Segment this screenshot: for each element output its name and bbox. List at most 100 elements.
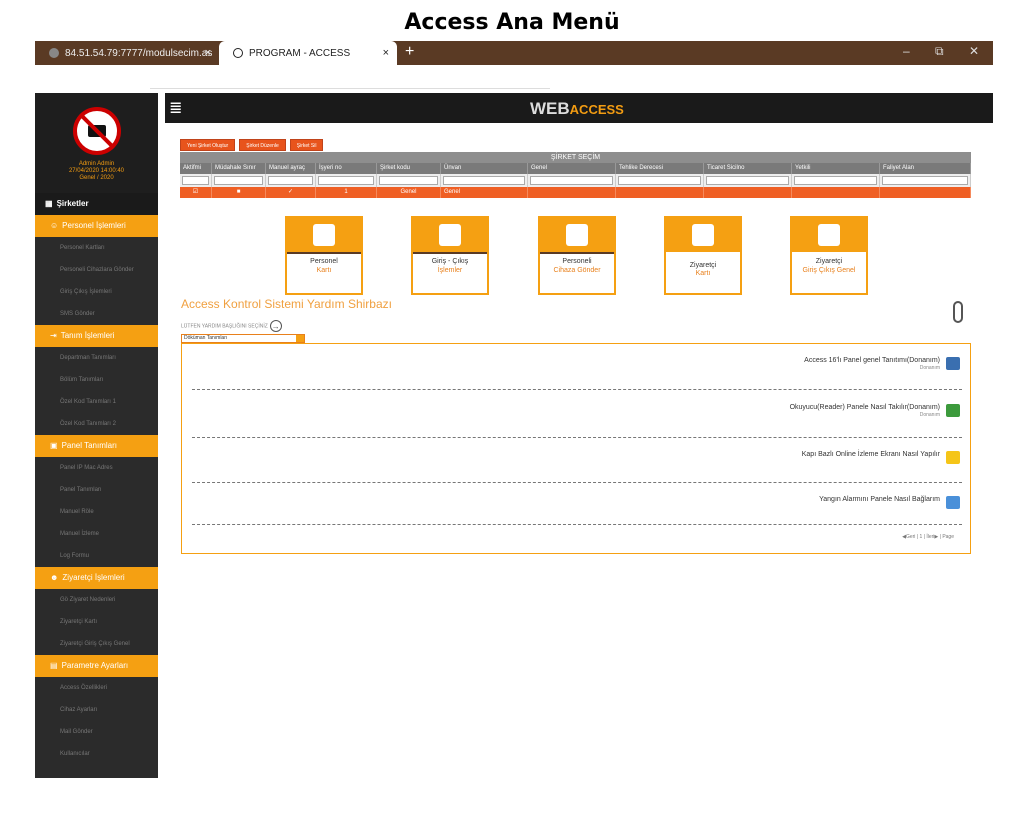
- sidebar-item[interactable]: Kullanıcılar: [35, 743, 158, 765]
- browser-tab-1[interactable]: 84.51.54.79:7777/modulsecim.as ×: [35, 41, 219, 65]
- help-item[interactable]: Kapı Bazlı Online İzleme Ekranı Nasıl Ya…: [802, 451, 960, 464]
- tile-personnel-card[interactable]: Personel Kartı: [285, 216, 363, 295]
- minimize-button[interactable]: –: [903, 44, 910, 58]
- document-icon: [946, 496, 960, 509]
- sidebar-item[interactable]: Access Özellikleri: [35, 677, 158, 699]
- folder-icon: [946, 451, 960, 464]
- column-header[interactable]: Faliyet Alan: [880, 163, 971, 174]
- help-title: Access Kontrol Sistemi Yardım Shirbazı: [181, 297, 392, 311]
- filter-input[interactable]: [706, 176, 789, 185]
- sidebar-item[interactable]: Giriş Çıkış İşlemleri: [35, 281, 158, 303]
- sidebar-item[interactable]: Bölüm Tanımları: [35, 369, 158, 391]
- image-icon: [946, 404, 960, 417]
- pagination[interactable]: ◀Geri | 1 | İleri▶ | Page: [902, 534, 954, 540]
- sidebar-item[interactable]: Ziyaretçi Giriş Çıkış Genel: [35, 633, 158, 655]
- user-name: Admin Admin: [78, 161, 115, 167]
- column-header[interactable]: Genel: [528, 163, 616, 174]
- edit-company-button[interactable]: Şirket Düzenle: [239, 139, 286, 151]
- sidebar-item[interactable]: Mail Gönder: [35, 721, 158, 743]
- sidebar-item[interactable]: Ziyaretçi Kartı: [35, 611, 158, 633]
- table-cell: [704, 187, 792, 198]
- monitor-icon: ▤: [50, 661, 58, 670]
- filter-input[interactable]: [318, 176, 374, 185]
- delete-company-button[interactable]: Şirket Sil: [289, 139, 324, 151]
- sidebar: Admin Admin 27/04/2020 14:00:40 Genel / …: [35, 93, 158, 778]
- column-header[interactable]: Manuel ayraç: [266, 163, 316, 174]
- help-item[interactable]: Okuyucu(Reader) Panele Nasıl Takılır(Don…: [790, 404, 960, 418]
- sidebar-item[interactable]: Özel Kod Tanımları 2: [35, 413, 158, 435]
- sidebar-item[interactable]: SMS Gönder: [35, 303, 158, 325]
- sidebar-section-visitors[interactable]: ☻ Ziyaretçi İşlemleri: [35, 567, 158, 589]
- filter-input[interactable]: [443, 176, 525, 185]
- new-company-button[interactable]: Yeni Şirket Oluştur: [180, 139, 236, 151]
- sidebar-item[interactable]: Manuel Röle: [35, 501, 158, 523]
- help-item[interactable]: Access 16'lı Panel genel Tanıtımı(Donanı…: [804, 357, 960, 371]
- column-header[interactable]: Şirket kodu: [377, 163, 441, 174]
- filter-input[interactable]: [618, 176, 701, 185]
- table-cell[interactable]: ☑: [180, 187, 212, 198]
- browser-tabbar: 84.51.54.79:7777/modulsecim.as × PROGRAM…: [35, 41, 993, 65]
- hamburger-menu-icon[interactable]: ≣: [169, 98, 182, 118]
- table-row[interactable]: ☑ ■ ✓ 1 Genel Genel: [180, 187, 971, 198]
- sidebar-section-definitions[interactable]: ⇥ Tanım İşlemleri: [35, 325, 158, 347]
- id-card-icon: [666, 218, 740, 252]
- close-icon[interactable]: ×: [205, 47, 211, 59]
- column-header[interactable]: Aktifmi: [180, 163, 212, 174]
- browser-tab-2[interactable]: PROGRAM - ACCESS ×: [219, 41, 397, 65]
- sidebar-section-panels[interactable]: ▣ Panel Tanımları: [35, 435, 158, 457]
- grid-caption: ŞİRKET SEÇİM: [180, 152, 971, 163]
- brand-logo: WEBACCESS: [530, 99, 624, 118]
- company-grid: ŞİRKET SEÇİM Aktifmi Müdahale Sınır Manu…: [180, 152, 971, 198]
- filter-input[interactable]: [379, 176, 438, 185]
- table-cell: [880, 187, 971, 198]
- sidebar-item[interactable]: Personeli Cihazlara Gönder: [35, 259, 158, 281]
- window-close-button[interactable]: ✕: [969, 44, 979, 58]
- sidebar-item[interactable]: Panel IP Mac Adres: [35, 457, 158, 479]
- help-item[interactable]: Yangın Alarmını Panele Nasıl Bağlarım: [819, 496, 960, 509]
- paperclip-icon[interactable]: [953, 301, 963, 323]
- sidebar-item-companies[interactable]: ▦ Şirketler: [35, 193, 158, 215]
- sidebar-item[interactable]: Log Formu: [35, 545, 158, 567]
- sidebar-item[interactable]: Departman Tanımları: [35, 347, 158, 369]
- column-header[interactable]: Ünvan: [441, 163, 528, 174]
- tile-visitor-card[interactable]: Ziyaretçi Kartı: [664, 216, 742, 295]
- sidebar-item[interactable]: Manuel İzleme: [35, 523, 158, 545]
- column-header[interactable]: Tehlike Derecesi: [616, 163, 704, 174]
- sidebar-item[interactable]: Özel Kod Tanımları 1: [35, 391, 158, 413]
- filter-input[interactable]: [530, 176, 613, 185]
- table-cell: ✓: [266, 187, 316, 198]
- arrow-right-icon[interactable]: →: [269, 320, 282, 332]
- sidebar-section-personnel[interactable]: ☺ Personel İşlemleri: [35, 215, 158, 237]
- filter-input[interactable]: [268, 176, 313, 185]
- door-icon: [287, 218, 361, 252]
- help-panel: Access 16'lı Panel genel Tanıtımı(Donanı…: [181, 343, 971, 554]
- sidebar-item[interactable]: Panel Tanımları: [35, 479, 158, 501]
- sidebar-item[interactable]: Cihaz Ayarları: [35, 699, 158, 721]
- building-icon: ▦: [45, 199, 53, 208]
- column-header[interactable]: Müdahale Sınır: [212, 163, 266, 174]
- tile-send-to-device[interactable]: Personeli Cihaza Gönder: [538, 216, 616, 295]
- filter-input[interactable]: [182, 176, 209, 185]
- sidebar-item[interactable]: Gö Ziyaret Nedenleri: [35, 589, 158, 611]
- tile-visitor-entry-exit[interactable]: Ziyaretçi Giriş Çıkış Genel: [790, 216, 868, 295]
- column-header[interactable]: Ticaret Sicilno: [704, 163, 792, 174]
- sidebar-item[interactable]: Personel Kartları: [35, 237, 158, 259]
- table-cell[interactable]: ■: [212, 187, 266, 198]
- close-icon[interactable]: ×: [383, 47, 389, 59]
- tab-1-title: 84.51.54.79:7777/modulsecim.as: [65, 47, 213, 59]
- person-icon: [946, 357, 960, 370]
- column-header[interactable]: Yetkili: [792, 163, 880, 174]
- restore-button[interactable]: ⧉: [935, 44, 944, 59]
- column-header[interactable]: İşyeri no: [316, 163, 377, 174]
- sidebar-section-parameters[interactable]: ▤ Parametre Ayarları: [35, 655, 158, 677]
- globe-icon: [49, 48, 59, 58]
- tile-entry-exit[interactable]: Giriş - Çıkış İşlemler: [411, 216, 489, 295]
- user-info: Admin Admin 27/04/2020 14:00:40 Genel / …: [35, 161, 158, 182]
- filter-input[interactable]: [794, 176, 877, 185]
- filter-input[interactable]: [882, 176, 968, 185]
- help-topic-select[interactable]: Döküman Tanımları: [181, 334, 305, 343]
- filter-input[interactable]: [214, 176, 263, 185]
- grid-header: Aktifmi Müdahale Sınır Manuel ayraç İşye…: [180, 163, 971, 174]
- new-tab-button[interactable]: +: [405, 43, 414, 61]
- table-cell: [792, 187, 880, 198]
